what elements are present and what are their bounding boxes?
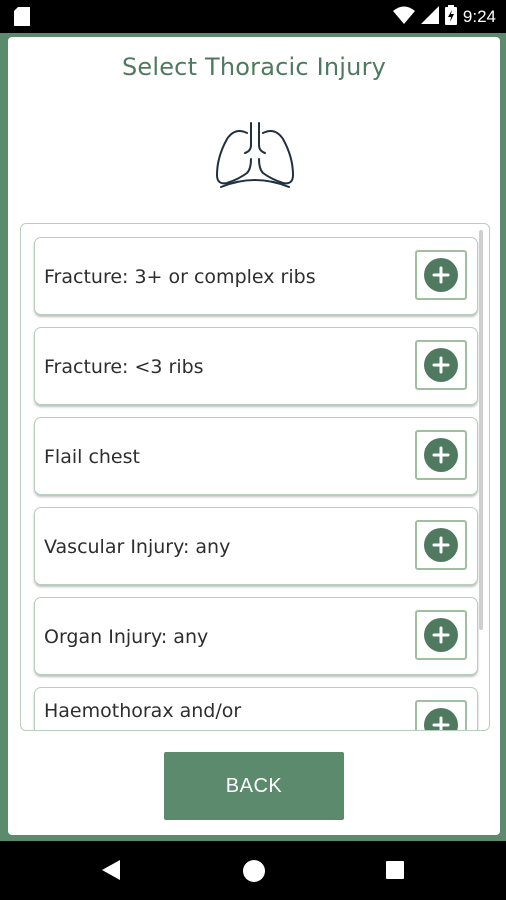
plus-icon [424, 258, 458, 292]
nav-home-icon[interactable] [243, 860, 265, 882]
injury-list[interactable]: Fracture: 3+ or complex ribs Fracture: <… [20, 223, 490, 731]
injury-label: Fracture: 3+ or complex ribs [44, 265, 316, 288]
list-scrollbar[interactable] [479, 230, 483, 630]
add-injury-button[interactable] [415, 250, 467, 300]
injury-row: Haemothorax and/or [34, 687, 478, 730]
injury-row: Vascular Injury: any [34, 507, 478, 585]
status-icons: 9:24 [392, 5, 496, 29]
signal-icon [420, 6, 439, 28]
injury-row: Organ Injury: any [34, 597, 478, 675]
sd-card-icon [14, 7, 30, 30]
injury-label: Organ Injury: any [44, 625, 209, 648]
add-injury-button[interactable] [415, 340, 467, 390]
lungs-icon [211, 115, 299, 195]
injury-row: Flail chest [34, 417, 478, 495]
add-injury-button[interactable] [415, 700, 467, 730]
plus-icon [424, 438, 458, 472]
status-bar: 9:24 [0, 0, 506, 33]
plus-icon [424, 528, 458, 562]
plus-icon [424, 348, 458, 382]
wifi-icon [392, 6, 415, 28]
injury-card: Select Thoracic Injury Fracture: 3+ or c… [8, 37, 500, 835]
injury-label: Vascular Injury: any [44, 535, 231, 558]
injury-label: Haemothorax and/or [44, 700, 242, 722]
add-injury-button[interactable] [415, 430, 467, 480]
navigation-bar [0, 841, 506, 900]
injury-row: Fracture: <3 ribs [34, 327, 478, 405]
nav-recent-icon[interactable] [386, 861, 404, 879]
injury-label: Fracture: <3 ribs [44, 355, 204, 378]
add-injury-button[interactable] [415, 610, 467, 660]
nav-back-icon[interactable] [102, 860, 120, 884]
plus-icon [424, 708, 458, 730]
injury-label: Flail chest [44, 445, 140, 468]
back-button[interactable]: BACK [164, 752, 344, 820]
clock: 9:24 [462, 7, 496, 26]
injury-row: Fracture: 3+ or complex ribs [34, 237, 478, 315]
add-injury-button[interactable] [415, 520, 467, 570]
plus-icon [424, 618, 458, 652]
battery-icon [444, 5, 457, 29]
page-title: Select Thoracic Injury [121, 53, 387, 81]
